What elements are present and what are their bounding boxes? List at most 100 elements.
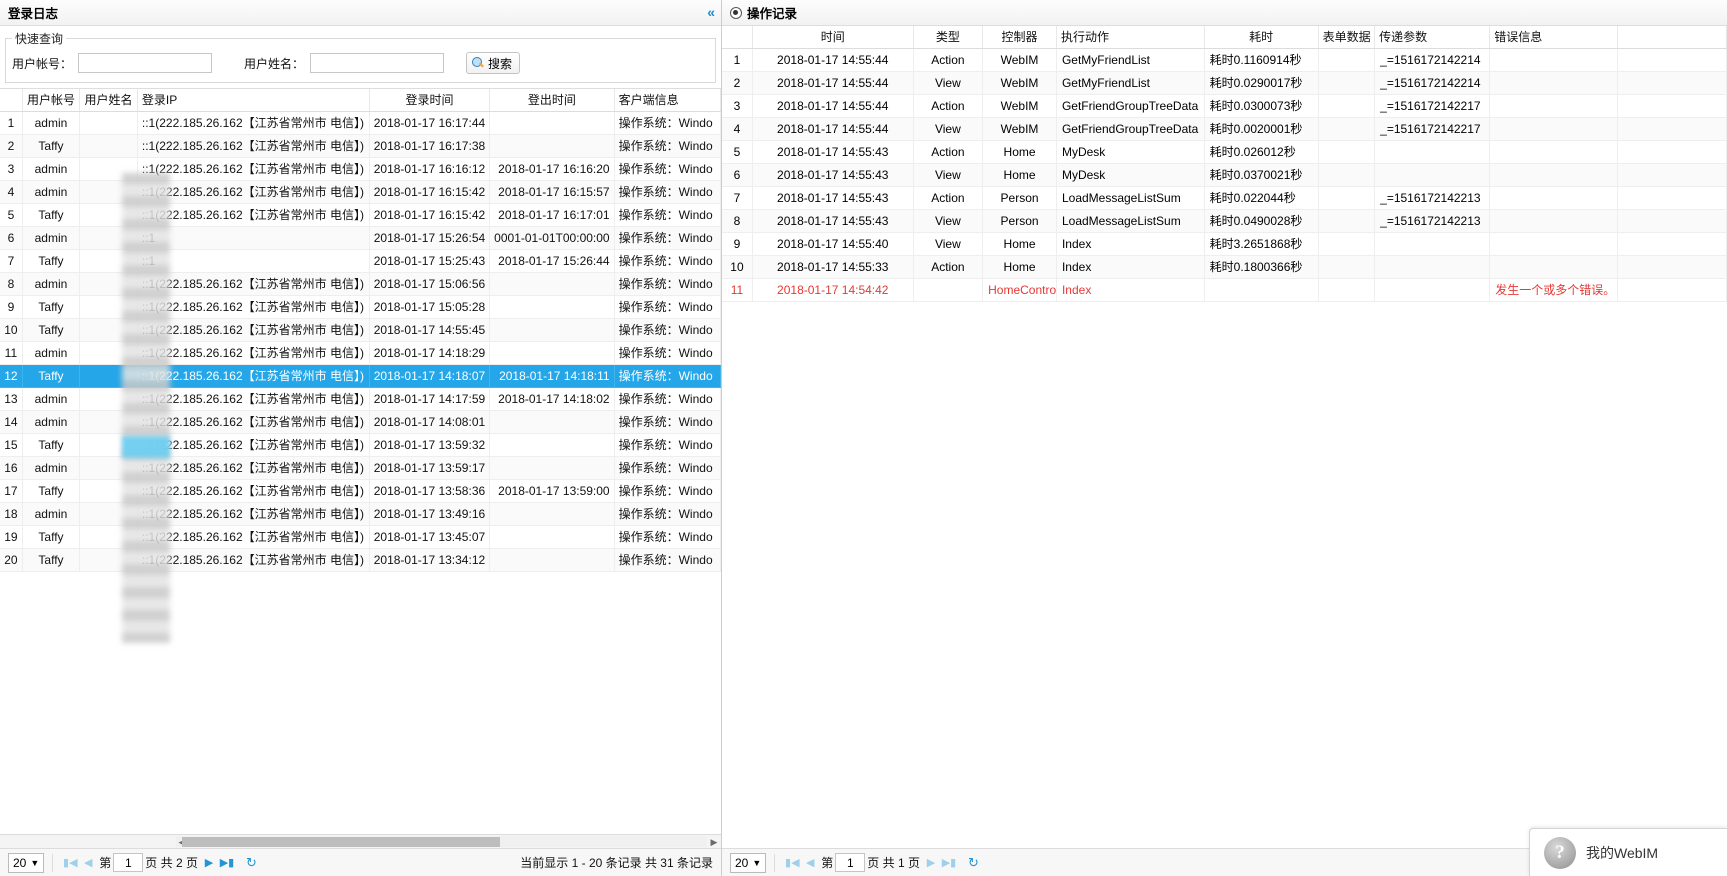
search-button[interactable]: 搜索 xyxy=(466,52,521,74)
cell-client-info: 操作系统：Windo xyxy=(614,387,721,411)
hscroll-right-arrow-icon[interactable]: ▶ xyxy=(708,836,720,848)
table-row[interactable]: 15 Taffy::1(222.185.26.162【江苏省常州市 电信】) 201… xyxy=(0,433,721,457)
table-row[interactable]: 13 admin::1(222.185.26.162【江苏省常州市 电信】) 201… xyxy=(0,387,721,411)
table-row[interactable]: 2 Taffy::1(222.185.26.162【江苏省常州市 电信】) 2018… xyxy=(0,134,721,158)
col-login-time[interactable]: 登录时间 xyxy=(369,89,491,112)
table-row[interactable]: 8 admin::1(222.185.26.162【江苏省常州市 电信】) 2018… xyxy=(0,272,721,296)
refresh-icon-right[interactable]: ↻ xyxy=(968,855,979,871)
cell-form-data xyxy=(1318,163,1376,187)
first-page-button-left[interactable]: ▮◀ xyxy=(61,853,79,873)
col-account[interactable]: 用户帐号 xyxy=(22,89,81,112)
cell-logout-time xyxy=(489,111,615,135)
cell-username xyxy=(79,479,138,503)
table-row[interactable]: 6 admin::1 2018-01-17 15:26:54 0001-01-01T0… xyxy=(0,226,721,250)
rcol-controller[interactable]: 控制器 xyxy=(982,26,1057,49)
page-prefix-left: 第 xyxy=(99,856,112,870)
table-row[interactable]: 9 Taffy::1(222.185.26.162【江苏省常州市 电信】) 2018… xyxy=(0,295,721,319)
table-row[interactable]: 9 2018-01-17 14:55:40 View Home Index 耗时3.265… xyxy=(722,232,1727,256)
refresh-icon-left[interactable]: ↻ xyxy=(246,855,257,871)
table-row[interactable]: 1 admin::1(222.185.26.162【江苏省常州市 电信】) 2018… xyxy=(0,111,721,135)
cell-account: admin xyxy=(22,272,81,296)
webim-widget[interactable]: 我的WebIM xyxy=(1529,828,1727,876)
page-number-input-right[interactable] xyxy=(835,853,866,872)
login-log-hscrollbar[interactable]: ◀ ▶ xyxy=(0,834,721,848)
username-input[interactable] xyxy=(310,53,445,73)
cell-username xyxy=(79,272,138,296)
prev-page-button-left[interactable]: ◀ xyxy=(79,853,97,873)
page-number-input-left[interactable] xyxy=(113,853,144,872)
eye-icon xyxy=(730,6,742,19)
cell-account: admin xyxy=(22,180,81,204)
cell-filler xyxy=(1617,255,1727,279)
cell-client-info: 操作系统：Windo xyxy=(614,272,721,296)
page-title: 登录日志 xyxy=(8,7,59,21)
table-row[interactable]: 8 2018-01-17 14:55:43 View Person LoadMessag… xyxy=(722,209,1727,233)
next-page-button-right[interactable]: ▶ xyxy=(922,853,940,873)
row-index: 10 xyxy=(0,318,23,342)
last-page-button-left[interactable]: ▶▮ xyxy=(218,853,236,873)
table-row[interactable]: 5 Taffy::1(222.185.26.162【江苏省常州市 电信】) 2018… xyxy=(0,203,721,227)
rcol-type[interactable]: 类型 xyxy=(913,26,984,49)
table-row[interactable]: 4 2018-01-17 14:55:44 View WebIM GetFriendGr… xyxy=(722,117,1727,141)
col-logout-time[interactable]: 登出时间 xyxy=(489,89,615,112)
cell-action: Index xyxy=(1056,278,1205,302)
table-row[interactable]: 1 2018-01-17 14:55:44 Action WebIM GetMyFrie… xyxy=(722,48,1727,72)
table-row[interactable]: 7 2018-01-17 14:55:43 Action Person LoadMess… xyxy=(722,186,1727,210)
table-row[interactable]: 6 2018-01-17 14:55:43 View Home MyDesk 耗时0.03… xyxy=(722,163,1727,187)
cell-login-ip: ::1(222.185.26.162【江苏省常州市 电信】) xyxy=(137,433,370,457)
cell-controller: Home xyxy=(982,140,1057,164)
cell-logout-time xyxy=(489,272,615,296)
first-page-button-right[interactable]: ▮◀ xyxy=(783,853,801,873)
cell-form-data xyxy=(1318,255,1376,279)
table-row[interactable]: 11 2018-01-17 14:54:42 HomeContro Index 发生一个… xyxy=(722,278,1727,302)
table-row[interactable]: 12 Taffy::1(222.185.26.162【江苏省常州市 电信】) 201… xyxy=(0,364,721,388)
table-row[interactable]: 11 admin::1(222.185.26.162【江苏省常州市 电信】) 201… xyxy=(0,341,721,365)
rcol-error-info[interactable]: 错误信息 xyxy=(1489,26,1619,49)
cell-username xyxy=(79,410,138,434)
table-row[interactable]: 3 admin::1(222.185.26.162【江苏省常州市 电信】) 2018… xyxy=(0,157,721,181)
col-client-info[interactable]: 客户端信息 xyxy=(614,89,721,112)
table-row[interactable]: 19 Taffy::1(222.185.26.162【江苏省常州市 电信】) 201… xyxy=(0,525,721,549)
cell-logout-time: 2018-01-17 16:15:57 xyxy=(489,180,615,204)
table-row[interactable]: 18 admin::1(222.185.26.162【江苏省常州市 电信】) 201… xyxy=(0,502,721,526)
cell-login-ip: ::1 xyxy=(137,226,370,250)
table-row[interactable]: 17 Taffy::1(222.185.26.162【江苏省常州市 电信】) 201… xyxy=(0,479,721,503)
rcol-parameters[interactable]: 传递参数 xyxy=(1374,26,1491,49)
table-row[interactable]: 16 admin::1(222.185.26.162【江苏省常州市 电信】) 201… xyxy=(0,456,721,480)
col-login-ip[interactable]: 登录IP xyxy=(137,89,370,112)
col-username[interactable]: 用户姓名 xyxy=(79,89,138,112)
cell-login-time: 2018-01-17 15:26:54 xyxy=(369,226,491,250)
cell-login-time: 2018-01-17 14:18:07 xyxy=(369,364,491,388)
prev-page-button-right[interactable]: ◀ xyxy=(801,853,819,873)
avatar-question-icon xyxy=(1544,836,1576,869)
next-page-button-left[interactable]: ▶ xyxy=(200,853,218,873)
page-size-value-right: 20 xyxy=(735,855,749,870)
row-index: 20 xyxy=(0,548,23,572)
cell-cost: 耗时0.022044秒 xyxy=(1204,186,1319,210)
hscroll-thumb[interactable] xyxy=(182,837,500,847)
col-index[interactable] xyxy=(0,89,23,112)
rcol-time[interactable]: 时间 xyxy=(752,26,914,49)
rcol-form-data[interactable]: 表单数据 xyxy=(1318,26,1376,49)
table-row[interactable]: 10 Taffy::1(222.185.26.162【江苏省常州市 电信】) 201… xyxy=(0,318,721,342)
rcol-cost[interactable]: 耗时 xyxy=(1204,26,1319,49)
cell-controller: Home xyxy=(982,163,1057,187)
table-row[interactable]: 2 2018-01-17 14:55:44 View WebIM GetMyFriend… xyxy=(722,71,1727,95)
rcol-index[interactable] xyxy=(722,26,753,49)
table-row[interactable]: 7 Taffy::1 2018-01-17 15:25:43 2018-01-17 1… xyxy=(0,249,721,273)
table-row[interactable]: 10 2018-01-17 14:55:33 Action Home Index 耗时0.… xyxy=(722,255,1727,279)
table-row[interactable]: 4 admin::1(222.185.26.162【江苏省常州市 电信】) 2018… xyxy=(0,180,721,204)
page-size-select-left[interactable]: 20 ▼ xyxy=(8,852,45,873)
page-prefix-right: 第 xyxy=(821,856,834,870)
table-row[interactable]: 20 Taffy::1(222.185.26.162【江苏省常州市 电信】) 201… xyxy=(0,548,721,572)
table-row[interactable]: 3 2018-01-17 14:55:44 Action WebIM GetFriend… xyxy=(722,94,1727,118)
table-row[interactable]: 5 2018-01-17 14:55:43 Action Home MyDesk 耗时0.… xyxy=(722,140,1727,164)
account-input[interactable] xyxy=(78,53,213,73)
collapse-panel-icon[interactable]: « xyxy=(707,3,715,21)
table-row[interactable]: 14 admin::1(222.185.26.162【江苏省常州市 电信】) 201… xyxy=(0,410,721,434)
operation-log-empty-space xyxy=(722,301,1727,848)
rcol-action[interactable]: 执行动作 xyxy=(1056,26,1205,49)
cell-username xyxy=(79,318,138,342)
page-size-select-right[interactable]: 20 ▼ xyxy=(730,852,767,873)
last-page-button-right[interactable]: ▶▮ xyxy=(940,853,958,873)
